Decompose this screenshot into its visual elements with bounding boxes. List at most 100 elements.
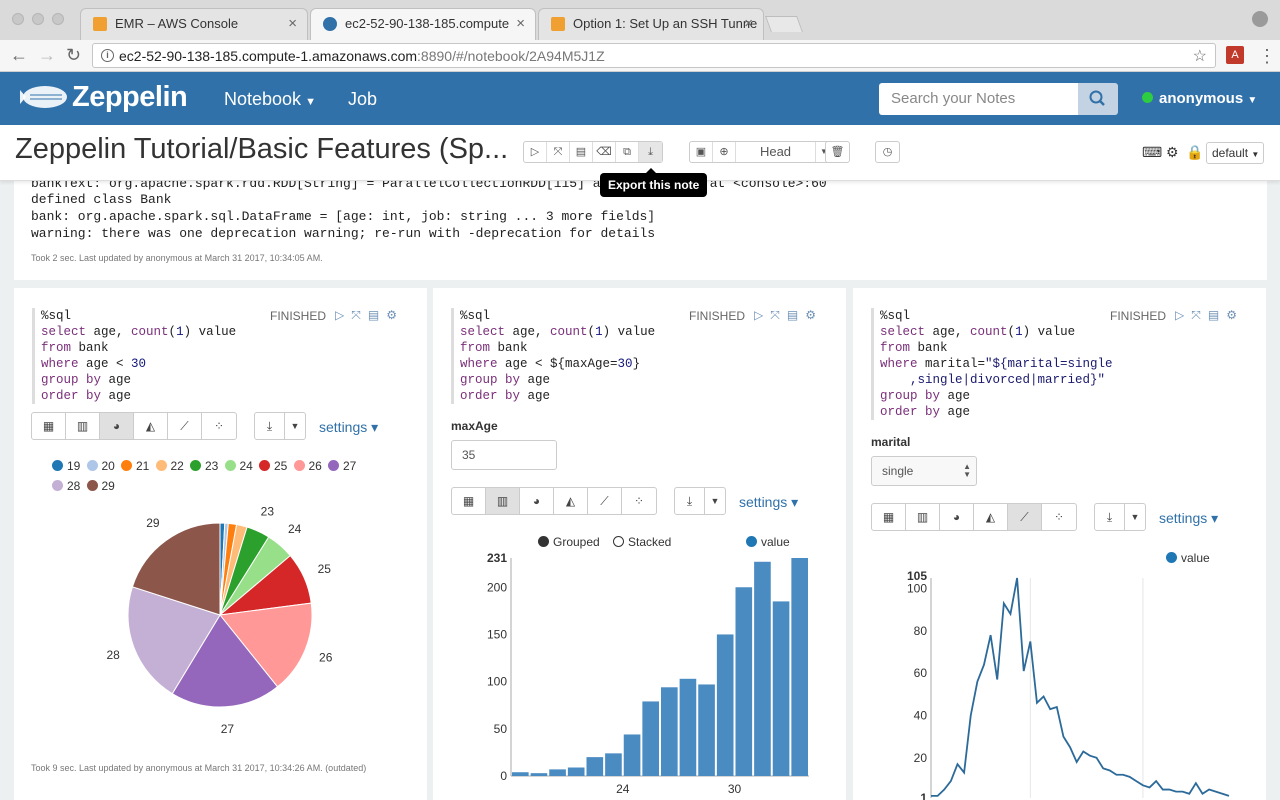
bar[interactable] — [549, 769, 566, 776]
hide-editor-icon[interactable]: ⤧ — [770, 308, 787, 322]
line-chart-icon[interactable]: ⟋ — [588, 488, 622, 514]
bar[interactable] — [754, 561, 771, 776]
bar[interactable] — [735, 587, 753, 776]
bookmark-star-icon[interactable]: ☆ — [1193, 46, 1207, 66]
pie-legend-item[interactable]: 24 — [224, 459, 253, 473]
settings-toggle[interactable]: settings ▾ — [319, 419, 378, 436]
pie-legend-item[interactable]: 25 — [259, 459, 287, 473]
user-menu[interactable]: anonymous ▼ — [1142, 90, 1257, 107]
scatter-chart-icon[interactable]: ⁘ — [622, 488, 656, 514]
pie-legend-item[interactable]: 26 — [293, 459, 322, 473]
show-output-icon[interactable]: ▤ — [368, 308, 386, 322]
export-note-icon[interactable]: ⤓ — [639, 142, 662, 162]
download-icon[interactable]: ⤓ — [1095, 504, 1125, 530]
bar-chart-icon[interactable]: ▥ — [906, 504, 940, 530]
window-close-button[interactable] — [12, 13, 24, 25]
settings-toggle[interactable]: settings ▾ — [1159, 510, 1218, 527]
pie-chart-icon[interactable]: ◕ — [940, 504, 974, 530]
table-icon[interactable]: ▦ — [872, 504, 906, 530]
new-tab-button[interactable] — [765, 16, 803, 32]
hide-editor-icon[interactable]: ⤧ — [351, 308, 368, 322]
keyboard-shortcut-icon[interactable]: ⌨ — [1142, 144, 1162, 161]
pie-legend-item[interactable]: 19 — [52, 459, 80, 473]
pie-legend-item[interactable]: 23 — [190, 459, 218, 473]
back-icon[interactable]: ← — [10, 45, 28, 66]
clear-output-icon[interactable]: ⌫ — [593, 142, 616, 162]
browser-tab-emr[interactable]: EMR – AWS Console × — [80, 8, 308, 40]
grouped-radio[interactable]: Grouped — [538, 535, 600, 549]
pie-chart-icon[interactable]: ◕ — [100, 413, 134, 439]
bar[interactable] — [623, 734, 641, 776]
gear-icon[interactable]: ⚙ — [1226, 308, 1244, 322]
browser-tab-ssh[interactable]: Option 1: Set Up an SSH Tunne × — [538, 8, 764, 40]
series-line[interactable] — [931, 577, 1230, 797]
line-chart-icon[interactable]: ⟋ — [1008, 504, 1042, 530]
show-output-icon[interactable]: ▤ — [570, 142, 593, 162]
run-all-icon[interactable]: ▷ — [524, 142, 547, 162]
bar[interactable] — [698, 684, 715, 776]
pie-legend-item[interactable]: 22 — [155, 459, 184, 473]
browser-tab-zeppelin[interactable]: ec2-52-90-138-185.compute × — [310, 8, 536, 41]
table-icon[interactable]: ▦ — [452, 488, 486, 514]
series-legend[interactable]: value — [1166, 551, 1210, 565]
lock-icon[interactable]: 🔒 — [1186, 144, 1203, 161]
bar[interactable] — [772, 601, 790, 776]
clone-note-icon[interactable]: ⧉ — [616, 142, 639, 162]
scatter-chart-icon[interactable]: ⁘ — [202, 413, 236, 439]
area-chart-icon[interactable]: ◭ — [134, 413, 168, 439]
search-input[interactable]: Search your Notes — [879, 83, 1078, 115]
url-field[interactable]: i ec2-52-90-138-185.compute-1.amazonaws.… — [92, 43, 1216, 68]
note-title[interactable]: Zeppelin Tutorial/Basic Features (Sp... — [15, 133, 508, 166]
download-dropdown-icon[interactable]: ▼ — [285, 413, 305, 439]
download-dropdown-icon[interactable]: ▼ — [705, 488, 725, 514]
bar[interactable] — [791, 558, 808, 776]
bar[interactable] — [567, 767, 585, 776]
gear-icon[interactable]: ⚙ — [386, 308, 404, 322]
maxage-input[interactable]: 35 — [451, 440, 557, 470]
show-output-icon[interactable]: ▤ — [1208, 308, 1226, 322]
code-editor[interactable]: %sql select age, count(1) value from ban… — [32, 308, 236, 404]
bar[interactable] — [586, 757, 604, 776]
search-button[interactable] — [1078, 83, 1118, 115]
forward-icon[interactable]: → — [38, 45, 56, 66]
clock-icon[interactable]: ◷ — [876, 142, 899, 162]
pdf-extension-icon[interactable]: A — [1226, 46, 1244, 64]
stacked-radio[interactable]: Stacked — [613, 535, 671, 549]
revision-head-button[interactable]: Head — [736, 142, 816, 162]
download-icon[interactable]: ⤓ — [675, 488, 705, 514]
bar[interactable] — [512, 772, 529, 776]
close-icon[interactable]: × — [744, 15, 753, 32]
pie-chart-icon[interactable]: ◕ — [520, 488, 554, 514]
hide-editor-icon[interactable]: ⤧ — [1191, 308, 1208, 322]
pie-legend-item[interactable]: 21 — [121, 459, 149, 473]
profile-icon[interactable] — [1252, 11, 1268, 27]
trash-icon[interactable]: 🗑 — [826, 142, 849, 162]
interpreter-select[interactable]: default ▼ — [1206, 142, 1264, 164]
series-legend[interactable]: value — [746, 535, 790, 549]
compare-icon[interactable]: ⊕ — [713, 142, 736, 162]
table-icon[interactable]: ▦ — [32, 413, 66, 439]
pie-legend-item[interactable]: 27 — [328, 459, 356, 473]
area-chart-icon[interactable]: ◭ — [974, 504, 1008, 530]
brand-name[interactable]: Zeppelin — [72, 81, 188, 114]
code-editor[interactable]: %sql select age, count(1) value from ban… — [451, 308, 655, 404]
bar[interactable] — [530, 773, 548, 776]
scatter-chart-icon[interactable]: ⁘ — [1042, 504, 1076, 530]
bar-chart-icon[interactable]: ▥ — [66, 413, 100, 439]
bar[interactable] — [605, 753, 622, 776]
run-icon[interactable]: ▷ — [335, 308, 351, 322]
bar-chart-icon[interactable]: ▥ — [486, 488, 520, 514]
close-icon[interactable]: × — [288, 15, 297, 32]
gear-icon[interactable]: ⚙ — [1166, 144, 1179, 161]
commit-icon[interactable]: ▣ — [690, 142, 713, 162]
zeppelin-logo-icon[interactable] — [18, 82, 68, 112]
bar[interactable] — [642, 701, 659, 776]
gear-icon[interactable]: ⚙ — [805, 308, 823, 322]
info-icon[interactable]: i — [101, 49, 114, 62]
window-zoom-button[interactable] — [52, 13, 64, 25]
download-icon[interactable]: ⤓ — [255, 413, 285, 439]
close-icon[interactable]: × — [516, 15, 525, 32]
browser-menu-icon[interactable]: ⋮ — [1258, 46, 1276, 67]
hide-code-icon[interactable]: ⤧ — [547, 142, 570, 162]
bar[interactable] — [679, 678, 697, 776]
